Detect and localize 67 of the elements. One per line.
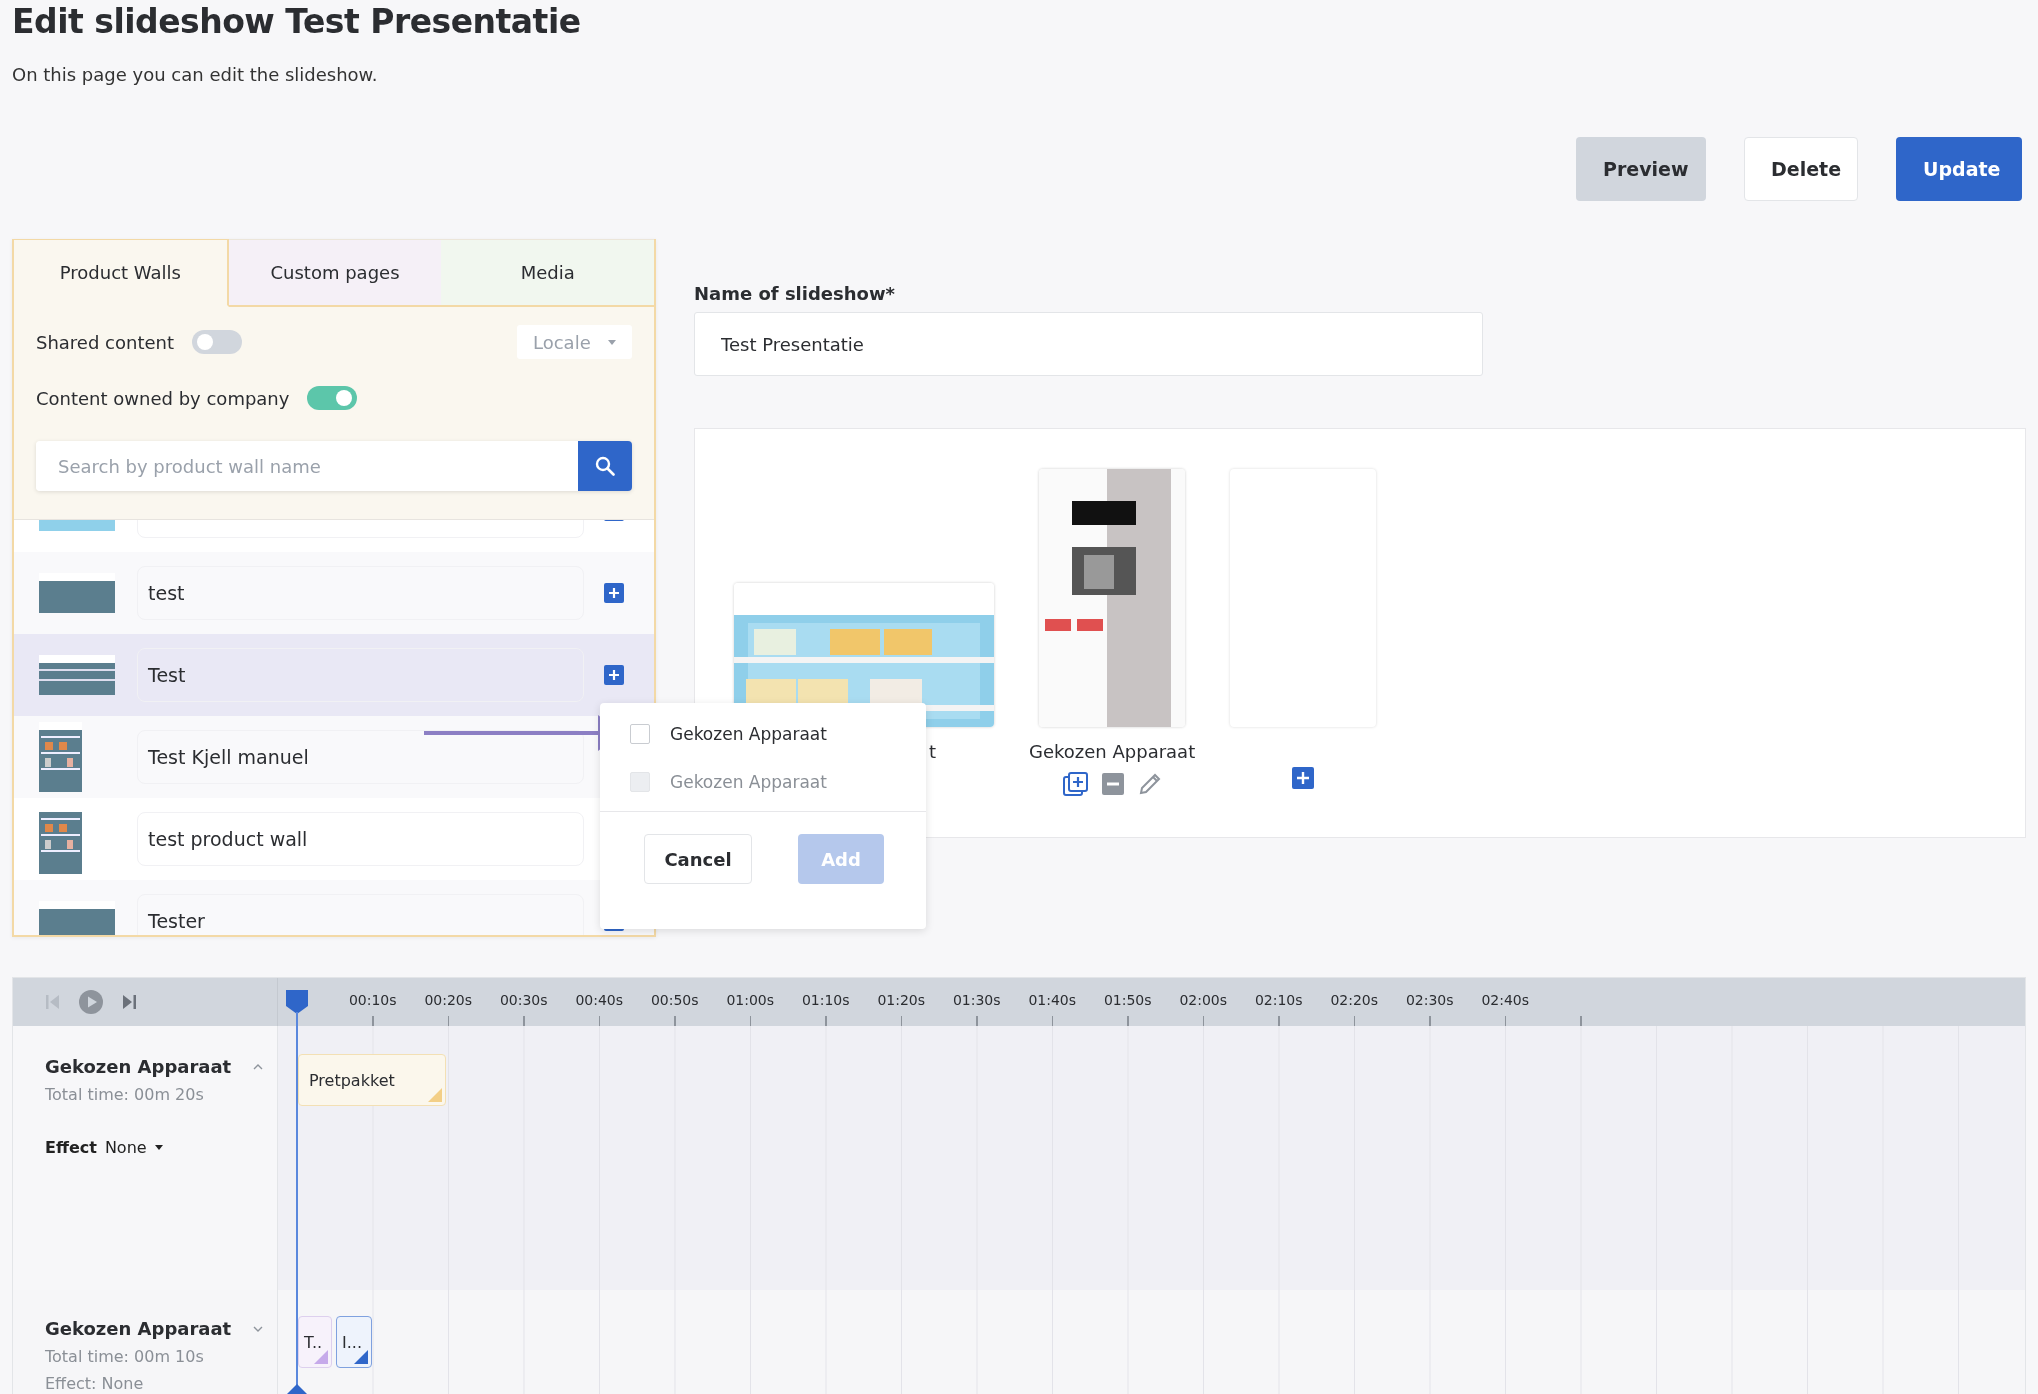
item-name: test bbox=[148, 582, 185, 604]
search-field[interactable]: Search by product wall name bbox=[36, 441, 578, 491]
name-field[interactable]: Test Presentatie bbox=[694, 312, 1483, 376]
group-title: Gekozen Apparaat bbox=[45, 1318, 232, 1339]
timeline-clip[interactable]: I... bbox=[336, 1316, 372, 1368]
list-item[interactable]: test bbox=[14, 552, 654, 634]
add-icon[interactable] bbox=[604, 583, 624, 603]
page-subtitle: On this page you can edit the slideshow. bbox=[12, 64, 379, 85]
action-button[interactable]: Update bbox=[1896, 137, 2022, 201]
item-name: Test bbox=[148, 664, 186, 686]
effect-text: Effect: None bbox=[45, 1374, 145, 1393]
time-label: 02:40s bbox=[1481, 992, 1530, 1010]
list-item[interactable]: Tester bbox=[14, 880, 654, 935]
duplicate-icon[interactable] bbox=[1062, 772, 1088, 796]
chevron-icon[interactable] bbox=[253, 1062, 264, 1071]
time-label: 01:10s bbox=[801, 992, 850, 1010]
time-label: 00:50s bbox=[650, 992, 699, 1010]
popup-button[interactable]: Cancel bbox=[644, 834, 752, 884]
chevron-icon[interactable] bbox=[253, 1324, 264, 1333]
toggle-switch[interactable] bbox=[307, 386, 358, 410]
action-button[interactable]: Delete bbox=[1744, 137, 1858, 201]
time-label: 02:30s bbox=[1405, 992, 1454, 1010]
time-label: 01:30s bbox=[952, 992, 1001, 1010]
add-icon[interactable] bbox=[1292, 767, 1315, 789]
time-label: 02:00s bbox=[1179, 992, 1228, 1010]
page-title: Edit slideshow Test Presentatie bbox=[12, 2, 582, 42]
tab[interactable]: Product Walls bbox=[14, 239, 229, 307]
search-icon bbox=[595, 456, 615, 476]
time-label: 00:30s bbox=[499, 992, 548, 1010]
list-item[interactable]: Test bbox=[14, 634, 654, 716]
search-button[interactable] bbox=[578, 441, 632, 491]
time-label: 01:00s bbox=[726, 992, 775, 1010]
time-label: 02:10s bbox=[1254, 992, 1303, 1010]
slide-label: Gekozen Apparaat bbox=[1029, 741, 1196, 764]
time-label: 00:10s bbox=[348, 992, 397, 1010]
total-time: Total time: 00m 10s bbox=[45, 1347, 205, 1366]
item-name: test product wall bbox=[148, 828, 308, 850]
tab[interactable]: Custom pages bbox=[228, 239, 442, 307]
play-icon[interactable] bbox=[79, 990, 103, 1014]
slide-label: t bbox=[928, 741, 937, 764]
time-label: 02:20s bbox=[1330, 992, 1379, 1010]
tab[interactable]: Media bbox=[441, 239, 654, 307]
timeline-clip[interactable]: Pretpakket bbox=[298, 1054, 446, 1106]
add-icon[interactable] bbox=[604, 665, 624, 685]
caret-icon bbox=[154, 1145, 163, 1150]
time-label: 00:40s bbox=[575, 992, 624, 1010]
total-time: Total time: 00m 20s bbox=[45, 1085, 205, 1104]
field-label: Name of slideshow* bbox=[694, 283, 896, 304]
skip-forward-icon[interactable] bbox=[123, 994, 136, 1010]
action-button[interactable]: Preview bbox=[1576, 137, 1706, 201]
filter-label: Content owned by company bbox=[36, 387, 290, 409]
group-title: Gekozen Apparaat bbox=[45, 1056, 232, 1077]
filter-label: Shared content bbox=[36, 331, 174, 353]
playhead-handle[interactable] bbox=[286, 990, 308, 1014]
remove-icon[interactable] bbox=[1101, 773, 1124, 795]
item-name: Tester bbox=[148, 910, 205, 932]
timeline-clip[interactable]: T.. bbox=[298, 1316, 332, 1368]
item-name: Test Kjell manuel bbox=[148, 746, 309, 768]
time-label: 00:20s bbox=[424, 992, 473, 1010]
effect-dropdown[interactable]: None bbox=[104, 1138, 163, 1157]
time-label: 01:20s bbox=[877, 992, 926, 1010]
pencil-icon[interactable] bbox=[1137, 772, 1162, 796]
caret-icon bbox=[608, 339, 616, 345]
effect-label: Effect bbox=[45, 1138, 97, 1157]
time-label: 01:50s bbox=[1103, 992, 1152, 1010]
time-label: 01:40s bbox=[1028, 992, 1077, 1010]
toggle-switch[interactable] bbox=[192, 330, 242, 354]
